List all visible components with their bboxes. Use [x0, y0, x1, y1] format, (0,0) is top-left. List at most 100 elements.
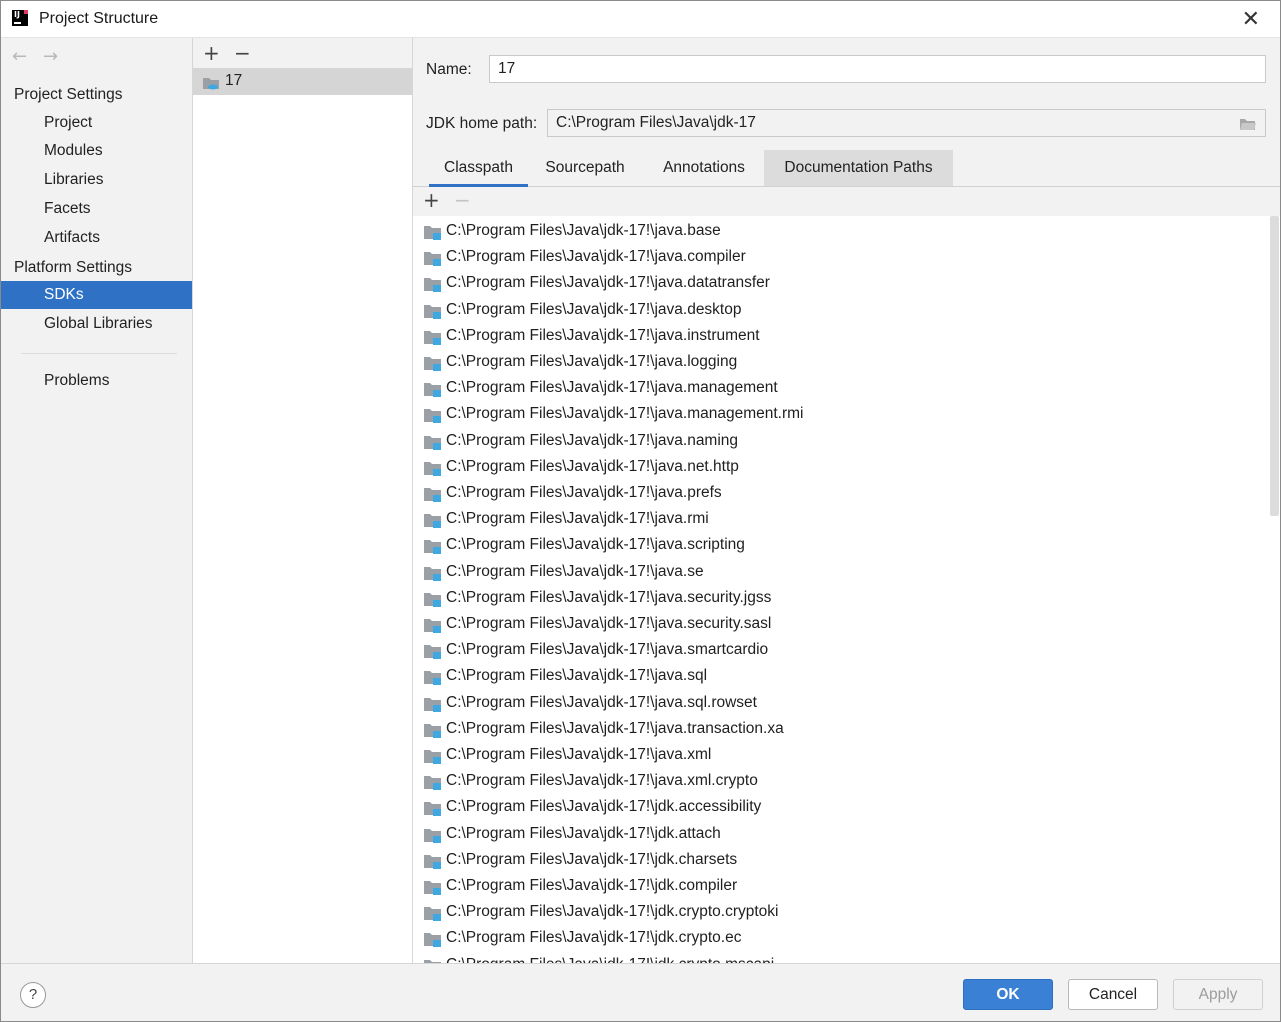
classpath-entry[interactable]: C:\Program Files\Java\jdk-17!\java.deskt… [413, 298, 1263, 324]
classpath-entry-path: C:\Program Files\Java\jdk-17!\java.scrip… [446, 536, 745, 554]
remove-classpath-icon[interactable]: − [454, 190, 471, 210]
tab-annotations[interactable]: Annotations [649, 150, 759, 186]
ok-button[interactable]: OK [963, 979, 1053, 1010]
close-icon[interactable]: ✕ [1242, 7, 1260, 32]
classpath-entry[interactable]: C:\Program Files\Java\jdk-17!\jdk.compil… [413, 874, 1263, 900]
sdk-tabs: Classpath Sourcepath Annotations Documen… [413, 150, 1280, 187]
browse-folder-icon[interactable] [1239, 117, 1257, 131]
jar-folder-icon [424, 226, 441, 240]
classpath-entry[interactable]: C:\Program Files\Java\jdk-17!\java.manag… [413, 402, 1263, 428]
apply-button[interactable]: Apply [1173, 979, 1263, 1010]
add-sdk-icon[interactable]: + [203, 43, 220, 63]
classpath-entry-path: C:\Program Files\Java\jdk-17!\java.prefs [446, 484, 722, 501]
classpath-entry[interactable]: C:\Program Files\Java\jdk-17!\java.smart… [413, 638, 1263, 664]
classpath-entry[interactable]: C:\Program Files\Java\jdk-17!\java.xml [413, 743, 1263, 769]
cancel-button[interactable]: Cancel [1068, 979, 1158, 1010]
classpath-entry-path: C:\Program Files\Java\jdk-17!\jdk.crypto… [446, 956, 774, 963]
help-button[interactable]: ? [20, 982, 46, 1008]
jar-folder-icon [424, 907, 441, 922]
jar-folder-icon [424, 933, 441, 948]
classpath-entry-path: C:\Program Files\Java\jdk-17!\jdk.crypto… [446, 929, 742, 947]
sidebar-item-artifacts[interactable]: Artifacts [1, 224, 192, 252]
tab-documentation-paths[interactable]: Documentation Paths [764, 150, 953, 186]
classpath-entry[interactable]: C:\Program Files\Java\jdk-17!\java.prefs [413, 481, 1263, 507]
sidebar-separator [21, 353, 177, 354]
sidebar-item-facets[interactable]: Facets [1, 195, 192, 223]
classpath-entry[interactable]: C:\Program Files\Java\jdk-17!\java.manag… [413, 376, 1263, 402]
tab-sourcepath[interactable]: Sourcepath [533, 150, 637, 186]
jar-folder-icon [424, 697, 441, 712]
sidebar-item-modules[interactable]: Modules [1, 137, 192, 165]
title-bar: IJ Project Structure ✕ [1, 1, 1280, 38]
classpath-entry-path: C:\Program Files\Java\jdk-17!\jdk.access… [446, 798, 762, 816]
classpath-entry-path: C:\Program Files\Java\jdk-17!\java.xml.c… [446, 772, 758, 790]
jar-folder-icon [424, 592, 441, 607]
classpath-entry[interactable]: C:\Program Files\Java\jdk-17!\java.secur… [413, 612, 1263, 638]
sdk-toolbar: + − [193, 38, 412, 68]
classpath-entry-path: C:\Program Files\Java\jdk-17!\jdk.attach [446, 824, 721, 842]
classpath-list[interactable]: C:\Program Files\Java\jdk-17!\java.base C… [413, 216, 1280, 963]
dialog-footer: ? OK Cancel Apply [1, 963, 1280, 1021]
classpath-entry-path: C:\Program Files\Java\jdk-17!\java.instr… [446, 326, 760, 344]
classpath-entry[interactable]: C:\Program Files\Java\jdk-17!\java.xml.c… [413, 769, 1263, 795]
sidebar-item-project[interactable]: Project [1, 109, 192, 137]
classpath-entry-path: C:\Program Files\Java\jdk-17!\java.manag… [446, 379, 778, 397]
remove-sdk-icon[interactable]: − [234, 43, 251, 63]
classpath-entry-path: C:\Program Files\Java\jdk-17!\java.sql [446, 667, 708, 685]
jar-folder-icon [424, 750, 441, 764]
classpath-entry-path: C:\Program Files\Java\jdk-17!\java.manag… [446, 405, 804, 423]
classpath-entry[interactable]: C:\Program Files\Java\jdk-17!\java.sql.r… [413, 691, 1263, 717]
classpath-entry[interactable]: C:\Program Files\Java\jdk-17!\jdk.charse… [413, 848, 1263, 874]
classpath-entry[interactable]: C:\Program Files\Java\jdk-17!\jdk.crypto… [413, 900, 1263, 926]
jar-folder-icon [424, 881, 441, 895]
classpath-entry[interactable]: C:\Program Files\Java\jdk-17!\java.scrip… [413, 533, 1263, 559]
jdk-home-path-field[interactable]: C:\Program Files\Java\jdk-17 [547, 109, 1266, 137]
classpath-entry[interactable]: C:\Program Files\Java\jdk-17!\jdk.access… [413, 795, 1263, 821]
classpath-entry-path: C:\Program Files\Java\jdk-17!\java.smart… [446, 641, 769, 659]
classpath-entry[interactable]: C:\Program Files\Java\jdk-17!\java.base [413, 219, 1263, 245]
window-title: Project Structure [39, 10, 159, 27]
classpath-entry[interactable]: C:\Program Files\Java\jdk-17!\java.trans… [413, 717, 1263, 743]
classpath-entry[interactable]: C:\Program Files\Java\jdk-17!\java.instr… [413, 324, 1263, 350]
sdk-name-field[interactable]: 17 [489, 55, 1266, 83]
classpath-scrollbar-thumb[interactable] [1270, 216, 1279, 516]
classpath-entry[interactable]: C:\Program Files\Java\jdk-17!\jdk.attach [413, 822, 1263, 848]
classpath-entry-path: C:\Program Files\Java\jdk-17!\java.sql.r… [446, 693, 757, 711]
sidebar-item-sdks[interactable]: SDKs [1, 281, 192, 309]
classpath-entry[interactable]: C:\Program Files\Java\jdk-17!\jdk.crypto… [413, 953, 1263, 963]
jdk-home-path-value: C:\Program Files\Java\jdk-17 [556, 114, 756, 131]
forward-arrow-icon[interactable]: → [43, 46, 58, 67]
classpath-entry-path: C:\Program Files\Java\jdk-17!\java.se [446, 562, 704, 580]
sdk-name-label: 17 [225, 72, 243, 89]
classpath-entry-path: C:\Program Files\Java\jdk-17!\jdk.charse… [446, 850, 738, 868]
classpath-entry[interactable]: C:\Program Files\Java\jdk-17!\java.compi… [413, 245, 1263, 271]
name-label: Name: [426, 61, 472, 78]
platform-settings-header: Platform Settings [14, 259, 133, 276]
sidebar-item-global-libraries[interactable]: Global Libraries [1, 310, 192, 338]
back-arrow-icon[interactable]: ← [12, 46, 27, 67]
jar-folder-icon [424, 278, 441, 293]
classpath-entry[interactable]: C:\Program Files\Java\jdk-17!\java.secur… [413, 586, 1263, 612]
classpath-entry-path: C:\Program Files\Java\jdk-17!\java.secur… [446, 588, 772, 606]
intellij-app-icon: IJ [12, 10, 28, 26]
classpath-entry[interactable]: C:\Program Files\Java\jdk-17!\java.sql [413, 664, 1263, 690]
jar-folder-icon [424, 723, 441, 738]
classpath-entry[interactable]: C:\Program Files\Java\jdk-17!\java.loggi… [413, 350, 1263, 376]
jar-folder-icon [424, 828, 441, 843]
classpath-entry[interactable]: C:\Program Files\Java\jdk-17!\jdk.crypto… [413, 926, 1263, 952]
jar-folder-icon [424, 566, 441, 581]
classpath-entry[interactable]: C:\Program Files\Java\jdk-17!\java.net.h… [413, 455, 1263, 481]
jar-folder-icon [424, 304, 441, 319]
classpath-entry[interactable]: C:\Program Files\Java\jdk-17!\java.datat… [413, 271, 1263, 297]
classpath-entry-path: C:\Program Files\Java\jdk-17!\java.loggi… [446, 353, 738, 370]
sidebar-item-libraries[interactable]: Libraries [1, 166, 192, 194]
tab-classpath[interactable]: Classpath [429, 150, 528, 187]
sdk-list-item[interactable]: 17 [193, 68, 412, 95]
classpath-entry[interactable]: C:\Program Files\Java\jdk-17!\java.se [413, 560, 1263, 586]
sidebar-item-problems[interactable]: Problems [1, 367, 192, 395]
add-classpath-icon[interactable]: + [423, 190, 440, 210]
classpath-entry[interactable]: C:\Program Files\Java\jdk-17!\java.rmi [413, 507, 1263, 533]
classpath-entry[interactable]: C:\Program Files\Java\jdk-17!\java.namin… [413, 429, 1263, 455]
classpath-entry-path: C:\Program Files\Java\jdk-17!\java.rmi [446, 510, 709, 528]
classpath-entry-path: C:\Program Files\Java\jdk-17!\java.compi… [446, 248, 746, 266]
